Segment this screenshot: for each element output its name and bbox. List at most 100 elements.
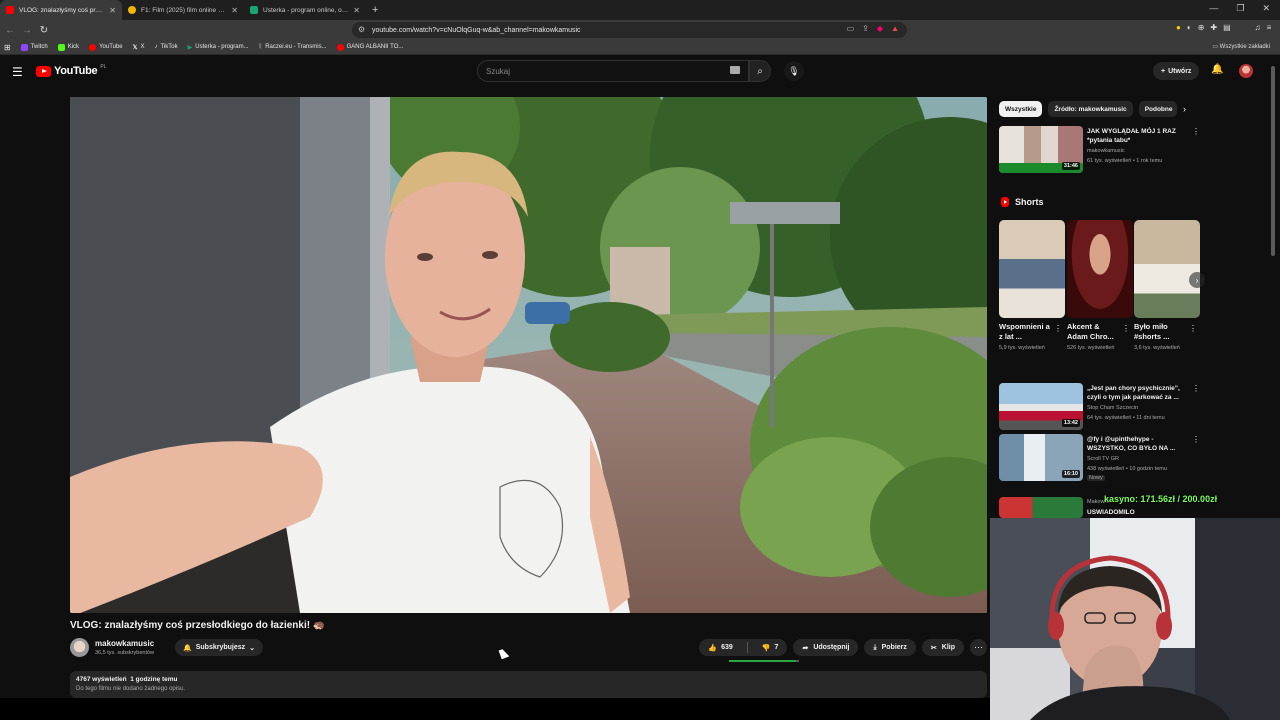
create-button[interactable]: + Utwórz	[1153, 62, 1200, 80]
warning-icon[interactable]: ▲	[891, 24, 899, 33]
music-icon[interactable]: ♫	[1255, 23, 1261, 32]
search-button[interactable]: ⌕	[749, 60, 771, 82]
apps-grid-icon[interactable]: ⊞	[4, 43, 11, 52]
browser-tab-f1[interactable]: F1: Film (2025) film online - Gdzie ob..…	[122, 0, 244, 20]
share-button[interactable]: ➦ Udostępnij	[793, 639, 859, 656]
short-item[interactable]: Było miło #shorts ... 3,6 tys. wyświetle…	[1134, 220, 1200, 352]
recommended-video[interactable]: 31:46 JAK WYGLĄDAŁ MÓJ 1 RAZ *pytania ta…	[999, 126, 1204, 176]
extension-icon[interactable]: ⊕	[1198, 23, 1205, 32]
omnibox-icons: ▭ ⇪ ◆ ▲	[847, 24, 899, 33]
related-chips: Wszystkie Źródło: makowkamusic Podobne	[999, 101, 1177, 117]
back-icon[interactable]: ←	[3, 25, 17, 36]
divider	[746, 642, 748, 653]
dislike-button[interactable]: 👎 7	[753, 639, 788, 656]
channel-name[interactable]: Stop Cham Szczecin	[1087, 405, 1138, 411]
more-vertical-icon[interactable]: ⋮	[1189, 324, 1197, 333]
shorts-next-button[interactable]: ›	[1189, 272, 1205, 288]
address-bar[interactable]: ⚙ youtube.com/watch?v=cNuOlqGuq-w&ab_cha…	[352, 22, 907, 38]
channel-name[interactable]: makowkamusic	[95, 639, 154, 648]
close-tab-icon[interactable]: ✕	[353, 6, 360, 15]
share-icon[interactable]: ⇪	[862, 24, 869, 33]
description-box[interactable]: 4767 wyświetleń 1 godzinę temu Do tego f…	[70, 671, 987, 698]
forward-icon[interactable]: →	[20, 25, 34, 36]
video-player[interactable]	[70, 97, 987, 613]
bookmark-raczei[interactable]: ᚱ Raczei.eu - Transmis...	[259, 44, 327, 50]
search-input[interactable]: Szukaj	[477, 60, 749, 82]
reload-icon[interactable]: ↻	[37, 25, 51, 36]
bookmark-gang[interactable]: GANG ALBANII TO...	[336, 43, 403, 51]
site-info-icon[interactable]: ⚙	[358, 25, 365, 34]
voice-search-button[interactable]: 🎙	[784, 61, 804, 81]
short-title[interactable]: Akcent & Adam Chro...	[1067, 322, 1119, 342]
cast-icon[interactable]: ▭	[847, 24, 855, 33]
like-ratio-bar	[729, 660, 799, 662]
keyboard-icon[interactable]	[730, 66, 740, 74]
short-thumbnail[interactable]	[1067, 220, 1133, 318]
puzzle-icon[interactable]: ✚	[1210, 23, 1217, 32]
account-avatar[interactable]	[1239, 64, 1253, 78]
close-tab-icon[interactable]: ✕	[231, 6, 238, 15]
chip-all[interactable]: Wszystkie	[999, 101, 1043, 117]
video-thumbnail[interactable]: 16:10	[999, 434, 1083, 481]
close-window-icon[interactable]: ✕	[1262, 3, 1270, 14]
browser-tab-youtube[interactable]: VLOG: znalazłyśmy coś przes... ✕	[0, 0, 122, 20]
more-vertical-icon[interactable]: ⋮	[1054, 324, 1062, 333]
bookmark-youtube[interactable]: YouTube	[89, 43, 123, 51]
sidepanel-icon[interactable]: ▤	[1223, 23, 1231, 32]
clip-button[interactable]: ✂ Klip	[921, 639, 964, 656]
short-thumbnail[interactable]	[999, 220, 1065, 318]
bookmark-twitch[interactable]: Twitch	[20, 43, 48, 51]
more-vertical-icon[interactable]: ⋮	[1192, 384, 1200, 393]
maximize-icon[interactable]: ❐	[1236, 3, 1244, 14]
download-button[interactable]: ⤓ Pobierz	[864, 639, 916, 656]
shield-icon[interactable]: ◆	[877, 24, 883, 33]
video-title[interactable]: USWIADOMILO	[1087, 508, 1187, 517]
share-arrow-icon: ➦	[802, 644, 809, 652]
plus-icon: +	[1161, 67, 1166, 75]
channel-avatar[interactable]	[70, 638, 89, 657]
more-vertical-icon[interactable]: ⋮	[1192, 435, 1200, 444]
more-vertical-icon[interactable]: ⋮	[1122, 324, 1130, 333]
chip-related[interactable]: Podobne	[1138, 101, 1177, 117]
close-tab-icon[interactable]: ✕	[109, 6, 116, 15]
recommended-video[interactable]: 13:42 „Jest pan chory psychicznie”, czyl…	[999, 383, 1204, 433]
extension-icon[interactable]: ◐	[1187, 23, 1192, 32]
bookmark-usterka[interactable]: ▶ Usterka - program...	[188, 44, 249, 51]
subscribed-button[interactable]: 🔔 Subskrybujesz ⌄	[175, 639, 264, 656]
all-bookmarks[interactable]: ▭ Wszystkie zakładki	[1212, 43, 1270, 50]
video-thumbnail[interactable]: 13:42	[999, 383, 1083, 430]
bookmark-x[interactable]: 𝕏X	[133, 44, 145, 51]
menu-icon[interactable]: ≡	[1267, 23, 1272, 32]
shorts-heading: Shorts	[1001, 197, 1044, 207]
short-thumbnail[interactable]	[1134, 220, 1200, 318]
like-button[interactable]: 👍 639	[699, 639, 741, 656]
short-item[interactable]: Wspomnieni a z lat ... 5,9 tys. wyświetl…	[999, 220, 1065, 352]
video-title[interactable]: „Jest pan chory psychicznie”, czyli o ty…	[1087, 384, 1187, 402]
extension-icon[interactable]: ●	[1176, 23, 1181, 32]
menu-hamburger-icon[interactable]: ☰	[12, 65, 23, 79]
video-title[interactable]: JAK WYGLĄDAŁ MÓJ 1 RAZ *pytania tabu*	[1087, 127, 1187, 145]
notifications-bell-icon[interactable]: 🔔	[1211, 64, 1223, 75]
bookmark-tiktok[interactable]: ♪ TikTok	[155, 44, 178, 50]
video-title[interactable]: @fy i @upinthehype - WSZYSTKO, CO BYŁO N…	[1087, 435, 1187, 453]
browser-toolbar: ← → ↻ ▮ ⚙ youtube.com/watch?v=cNuOlqGuq-…	[0, 20, 1280, 40]
channel-name[interactable]: makowkamusic	[1087, 148, 1125, 154]
browser-tab-usterka[interactable]: Usterka - program online, oglądaj na ...…	[244, 0, 366, 20]
bookmark-kick[interactable]: Kick	[57, 43, 79, 51]
short-item[interactable]: Akcent & Adam Chro... 526 tys. wyświetle…	[1067, 220, 1133, 352]
minimize-icon[interactable]: —	[1209, 3, 1218, 14]
short-title[interactable]: Wspomnieni a z lat ...	[999, 322, 1051, 342]
page-scrollbar[interactable]	[1271, 66, 1275, 256]
recommended-video[interactable]: 16:10 @fy i @upinthehype - WSZYSTKO, CO …	[999, 434, 1204, 484]
youtube-logo[interactable]: YouTube PL	[36, 64, 106, 77]
video-thumbnail[interactable]	[999, 497, 1083, 518]
chevron-right-icon[interactable]: ›	[1183, 104, 1186, 114]
channel-name[interactable]: Scroll TV GR	[1087, 456, 1119, 462]
more-actions-button[interactable]: ⋯	[970, 639, 987, 656]
new-tab-button[interactable]: +	[366, 4, 384, 16]
short-title[interactable]: Było miło #shorts ...	[1134, 322, 1186, 342]
more-vertical-icon[interactable]: ⋮	[1192, 127, 1200, 136]
video-thumbnail[interactable]: 31:46	[999, 126, 1083, 173]
chip-from-channel[interactable]: Źródło: makowkamusic	[1048, 101, 1133, 117]
webcam-overlay	[990, 518, 1280, 720]
